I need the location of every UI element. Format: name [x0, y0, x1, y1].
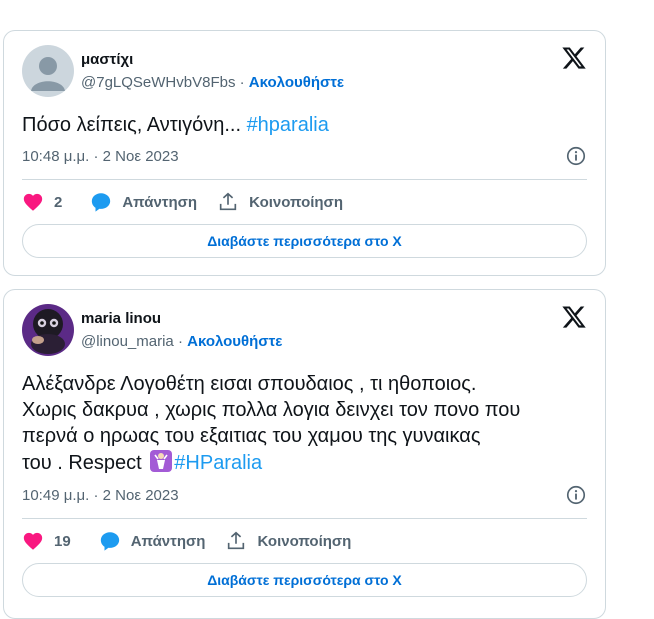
- follow-button[interactable]: Ακολουθήστε: [187, 333, 282, 350]
- default-avatar-icon: [22, 45, 74, 97]
- author-handle[interactable]: @linou_maria: [81, 333, 174, 350]
- hashtag-link[interactable]: #hparalia: [247, 114, 329, 136]
- tweet-line: του . Respect: [22, 452, 142, 474]
- tweet-body: Πόσο λείπεις, Αντιγόνη...: [22, 114, 241, 136]
- share-icon: [228, 531, 245, 550]
- profile-photo-avatar: [22, 304, 74, 356]
- timestamp[interactable]: 10:49 μ.μ. · 2 Νοε 2023: [22, 487, 179, 504]
- tweet-header: μαστίχι @7gLQSeWHvbV8Fbs · Ακολουθήστε: [22, 45, 344, 97]
- action-bar: 2 Απάντηση Κοινοποίηση: [22, 191, 363, 213]
- reply-label: Απάντηση: [122, 193, 198, 211]
- tweet-header: maria linou @linou_maria · Ακολουθήστε: [22, 304, 282, 356]
- x-logo-icon[interactable]: [561, 304, 587, 330]
- reply-label: Απάντηση: [130, 532, 206, 550]
- reply-button[interactable]: Απάντηση: [90, 191, 197, 213]
- follow-button[interactable]: Ακολουθήστε: [249, 74, 344, 91]
- embedded-tweet: μαστίχι @7gLQSeWHvbV8Fbs · Ακολουθήστε Π…: [3, 30, 606, 276]
- heart-icon: [23, 193, 43, 211]
- share-label: Κοινοποίηση: [257, 532, 352, 550]
- author-name[interactable]: μαστίχι: [81, 50, 344, 70]
- tweet-text: Πόσο λείπεις, Αντιγόνη... #hparalia: [22, 112, 587, 138]
- speech-bubble-icon: [92, 193, 111, 212]
- like-button[interactable]: 2: [22, 191, 62, 213]
- tweet-text: Αλέξανδρε Λογοθέτη εισαι σπουδαιος , τι …: [22, 371, 587, 476]
- like-button[interactable]: 19: [22, 530, 71, 552]
- x-logo-icon[interactable]: [561, 45, 587, 71]
- tweet-line: Αλέξανδρε Λογοθέτη εισαι σπουδαιος , τι …: [22, 373, 477, 395]
- hashtag-link[interactable]: #HParalia: [174, 452, 262, 474]
- share-label: Κοινοποίηση: [249, 193, 343, 211]
- author-handle[interactable]: @7gLQSeWHvbV8Fbs: [81, 74, 235, 91]
- separator: ·: [239, 73, 245, 91]
- embedded-tweet: maria linou @linou_maria · Ακολουθήστε Α…: [3, 289, 606, 619]
- read-more-button[interactable]: Διαβάστε περισσότερα στο X: [22, 224, 587, 258]
- avatar[interactable]: [22, 304, 74, 356]
- info-icon[interactable]: [565, 145, 587, 167]
- action-bar: 19 Απάντηση Κοινοποίηση: [22, 530, 371, 552]
- divider: [22, 179, 587, 180]
- heart-icon: [23, 532, 43, 550]
- read-more-button[interactable]: Διαβάστε περισσότερα στο X: [22, 563, 587, 597]
- avatar[interactable]: [22, 45, 74, 97]
- divider: [22, 518, 587, 519]
- like-count: 2: [54, 193, 63, 211]
- timestamp[interactable]: 10:48 μ.μ. · 2 Νοε 2023: [22, 148, 179, 165]
- share-button[interactable]: Κοινοποίηση: [217, 191, 343, 213]
- person-bowing-emoji: [150, 450, 173, 472]
- reply-button[interactable]: Απάντηση: [99, 530, 206, 552]
- share-button[interactable]: Κοινοποίηση: [225, 530, 351, 552]
- info-icon[interactable]: [565, 484, 587, 506]
- separator: ·: [177, 332, 183, 350]
- author-name[interactable]: maria linou: [81, 309, 282, 329]
- tweet-line: Χωρις δακρυα , χωρις πολλα λογια δεινχει…: [22, 399, 521, 421]
- speech-bubble-icon: [100, 532, 119, 551]
- share-icon: [219, 192, 237, 211]
- like-count: 19: [54, 532, 71, 550]
- tweet-line: περνά ο ηρωας του εξαιτιας του χαμου της…: [22, 425, 481, 447]
